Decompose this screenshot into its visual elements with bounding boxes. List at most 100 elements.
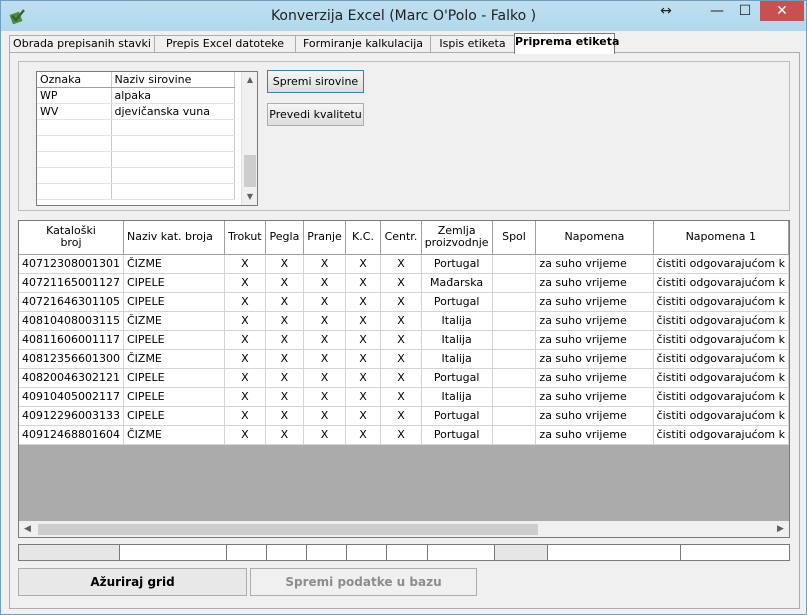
grid-cell[interactable]: X	[345, 311, 382, 331]
table-row[interactable]: 40810408003115 ČIZME X X X X X Italija za suho v…	[19, 311, 789, 331]
materials-vertical-scrollbar[interactable]: ▲ ▼	[241, 72, 257, 205]
grid-cell[interactable]: 40712308001301	[19, 254, 124, 274]
grid-cell[interactable]: 40912296003133	[19, 406, 124, 426]
grid-cell[interactable]: X	[345, 387, 382, 407]
grid-horizontal-scrollbar[interactable]: ◀ ▶	[19, 521, 789, 537]
table-row[interactable]: WV djevičanska vuna	[37, 103, 235, 120]
scroll-right-icon[interactable]: ▶	[772, 521, 789, 537]
table-row[interactable]: 40712308001301 ČIZME X X X X X Portugal za suho …	[19, 254, 789, 274]
grid-cell[interactable]: 40721646301105	[19, 292, 124, 312]
grid-cell[interactable]: X	[265, 292, 305, 312]
grid-cell[interactable]: ČIZME	[123, 425, 226, 445]
cell[interactable]	[111, 183, 235, 200]
grid-cell[interactable]	[492, 254, 537, 274]
col-naziv-kat-broja[interactable]: Naziv kat. broja	[123, 221, 226, 255]
cell[interactable]	[37, 119, 112, 136]
title-bar[interactable]: Konverzija Excel (Marc O'Polo - Falko ) …	[1, 1, 806, 31]
col-napomena[interactable]: Napomena	[535, 221, 654, 255]
grid-cell[interactable]	[492, 273, 537, 293]
col-trokut[interactable]: Trokut	[224, 221, 266, 255]
grid-cell[interactable]: X	[345, 330, 382, 350]
grid-cell[interactable]: 40910405002117	[19, 387, 124, 407]
grid-cell[interactable]: X	[224, 406, 266, 426]
grid-cell[interactable]: za suho vrijeme	[535, 368, 654, 388]
grid-cell[interactable]: čistiti odgovarajućom k	[653, 254, 789, 274]
grid-cell[interactable]: X	[224, 292, 266, 312]
grid-cell[interactable]: čistiti odgovarajućom k	[653, 406, 789, 426]
labels-grid[interactable]: Kataloški broj Naziv kat. broja Trokut Pe…	[18, 220, 790, 538]
save-to-db-button[interactable]: Spremi podatke u bazu	[250, 568, 477, 596]
grid-cell[interactable]	[492, 311, 537, 331]
grid-cell[interactable]: ČIZME	[123, 349, 226, 369]
grid-cell[interactable]: za suho vrijeme	[535, 425, 654, 445]
materials-grid[interactable]: Oznaka Naziv sirovine WP alpaka WV djeviča…	[36, 71, 258, 206]
grid-cell[interactable]: X	[224, 311, 266, 331]
grid-cell[interactable]: za suho vrijeme	[535, 292, 654, 312]
tab-priprema[interactable]: Priprema etiketa	[514, 33, 619, 54]
grid-cell[interactable]: X	[265, 425, 305, 445]
table-row[interactable]: 40812356601300 ČIZME X X X X X Italija za suho v…	[19, 349, 789, 369]
table-row[interactable]: 40912296003133 CIPELE X X X X X Portugal za suho…	[19, 406, 789, 426]
col-kataloski-broj[interactable]: Kataloški broj	[19, 221, 124, 255]
grid-cell[interactable]: X	[380, 406, 422, 426]
col-zemlja-proizvodnje[interactable]: Zemlja proizvodnje	[421, 221, 493, 255]
grid-cell[interactable]: X	[224, 368, 266, 388]
grid-cell[interactable]: ČIZME	[123, 254, 226, 274]
grid-cell[interactable]: X	[345, 273, 382, 293]
grid-cell[interactable]: CIPELE	[123, 292, 226, 312]
col-naziv-sirovine[interactable]: Naziv sirovine	[111, 72, 235, 88]
grid-cell[interactable]: za suho vrijeme	[535, 273, 654, 293]
grid-cell[interactable]: Italija	[421, 330, 493, 350]
grid-cell[interactable]: X	[303, 330, 346, 350]
grid-cell[interactable]: Portugal	[421, 406, 493, 426]
tab-formiranje[interactable]: Formiranje kalkulacija	[295, 35, 431, 53]
table-row[interactable]: 40721165001127 CIPELE X X X X X Mađarska za suho…	[19, 273, 789, 293]
grid-cell[interactable]: 40812356601300	[19, 349, 124, 369]
col-pegla[interactable]: Pegla	[265, 221, 305, 255]
grid-cell[interactable]	[492, 406, 537, 426]
cell[interactable]	[111, 151, 235, 168]
grid-cell[interactable]: X	[380, 425, 422, 445]
cell[interactable]	[111, 135, 235, 152]
cell[interactable]	[111, 167, 235, 184]
grid-cell[interactable]	[492, 425, 537, 445]
grid-cell[interactable]: X	[224, 425, 266, 445]
grid-cell[interactable]: X	[265, 387, 305, 407]
close-button[interactable]: ✕	[760, 1, 804, 21]
grid-cell[interactable]: X	[303, 425, 346, 445]
grid-cell[interactable]	[492, 368, 537, 388]
grid-cell[interactable]: X	[224, 349, 266, 369]
scroll-down-icon[interactable]: ▼	[242, 189, 257, 205]
scroll-thumb[interactable]	[244, 155, 256, 187]
grid-cell[interactable]: X	[224, 330, 266, 350]
grid-cell[interactable]: Portugal	[421, 425, 493, 445]
col-oznaka[interactable]: Oznaka	[37, 72, 112, 88]
grid-cell[interactable]: X	[380, 273, 422, 293]
maximize-button[interactable]: ☐	[732, 2, 758, 22]
grid-cell[interactable]: za suho vrijeme	[535, 406, 654, 426]
cell[interactable]	[37, 151, 112, 168]
tab-ispis[interactable]: Ispis etiketa	[430, 35, 515, 53]
grid-cell[interactable]: čistiti odgovarajućom k	[653, 368, 789, 388]
minimize-button[interactable]: —	[704, 2, 730, 22]
grid-cell[interactable]: X	[345, 292, 382, 312]
grid-cell[interactable]: za suho vrijeme	[535, 330, 654, 350]
grid-cell[interactable]: X	[380, 349, 422, 369]
table-row[interactable]	[37, 151, 235, 168]
grid-cell[interactable]: čistiti odgovarajućom k	[653, 425, 789, 445]
grid-cell[interactable]: X	[224, 273, 266, 293]
grid-cell[interactable]: X	[303, 273, 346, 293]
grid-cell[interactable]: X	[380, 330, 422, 350]
scroll-up-icon[interactable]: ▲	[242, 72, 257, 88]
grid-cell[interactable]: Italija	[421, 387, 493, 407]
grid-cell[interactable]: Portugal	[421, 292, 493, 312]
cell[interactable]: djevičanska vuna	[111, 103, 235, 120]
grid-cell[interactable]: X	[345, 406, 382, 426]
grid-cell[interactable]: čistiti odgovarajućom k	[653, 273, 789, 293]
grid-cell[interactable]: CIPELE	[123, 330, 226, 350]
grid-cell[interactable]: ČIZME	[123, 311, 226, 331]
cell[interactable]	[37, 135, 112, 152]
resize-icon[interactable]: ↔	[657, 2, 675, 22]
grid-cell[interactable]	[492, 387, 537, 407]
grid-cell[interactable]: za suho vrijeme	[535, 254, 654, 274]
